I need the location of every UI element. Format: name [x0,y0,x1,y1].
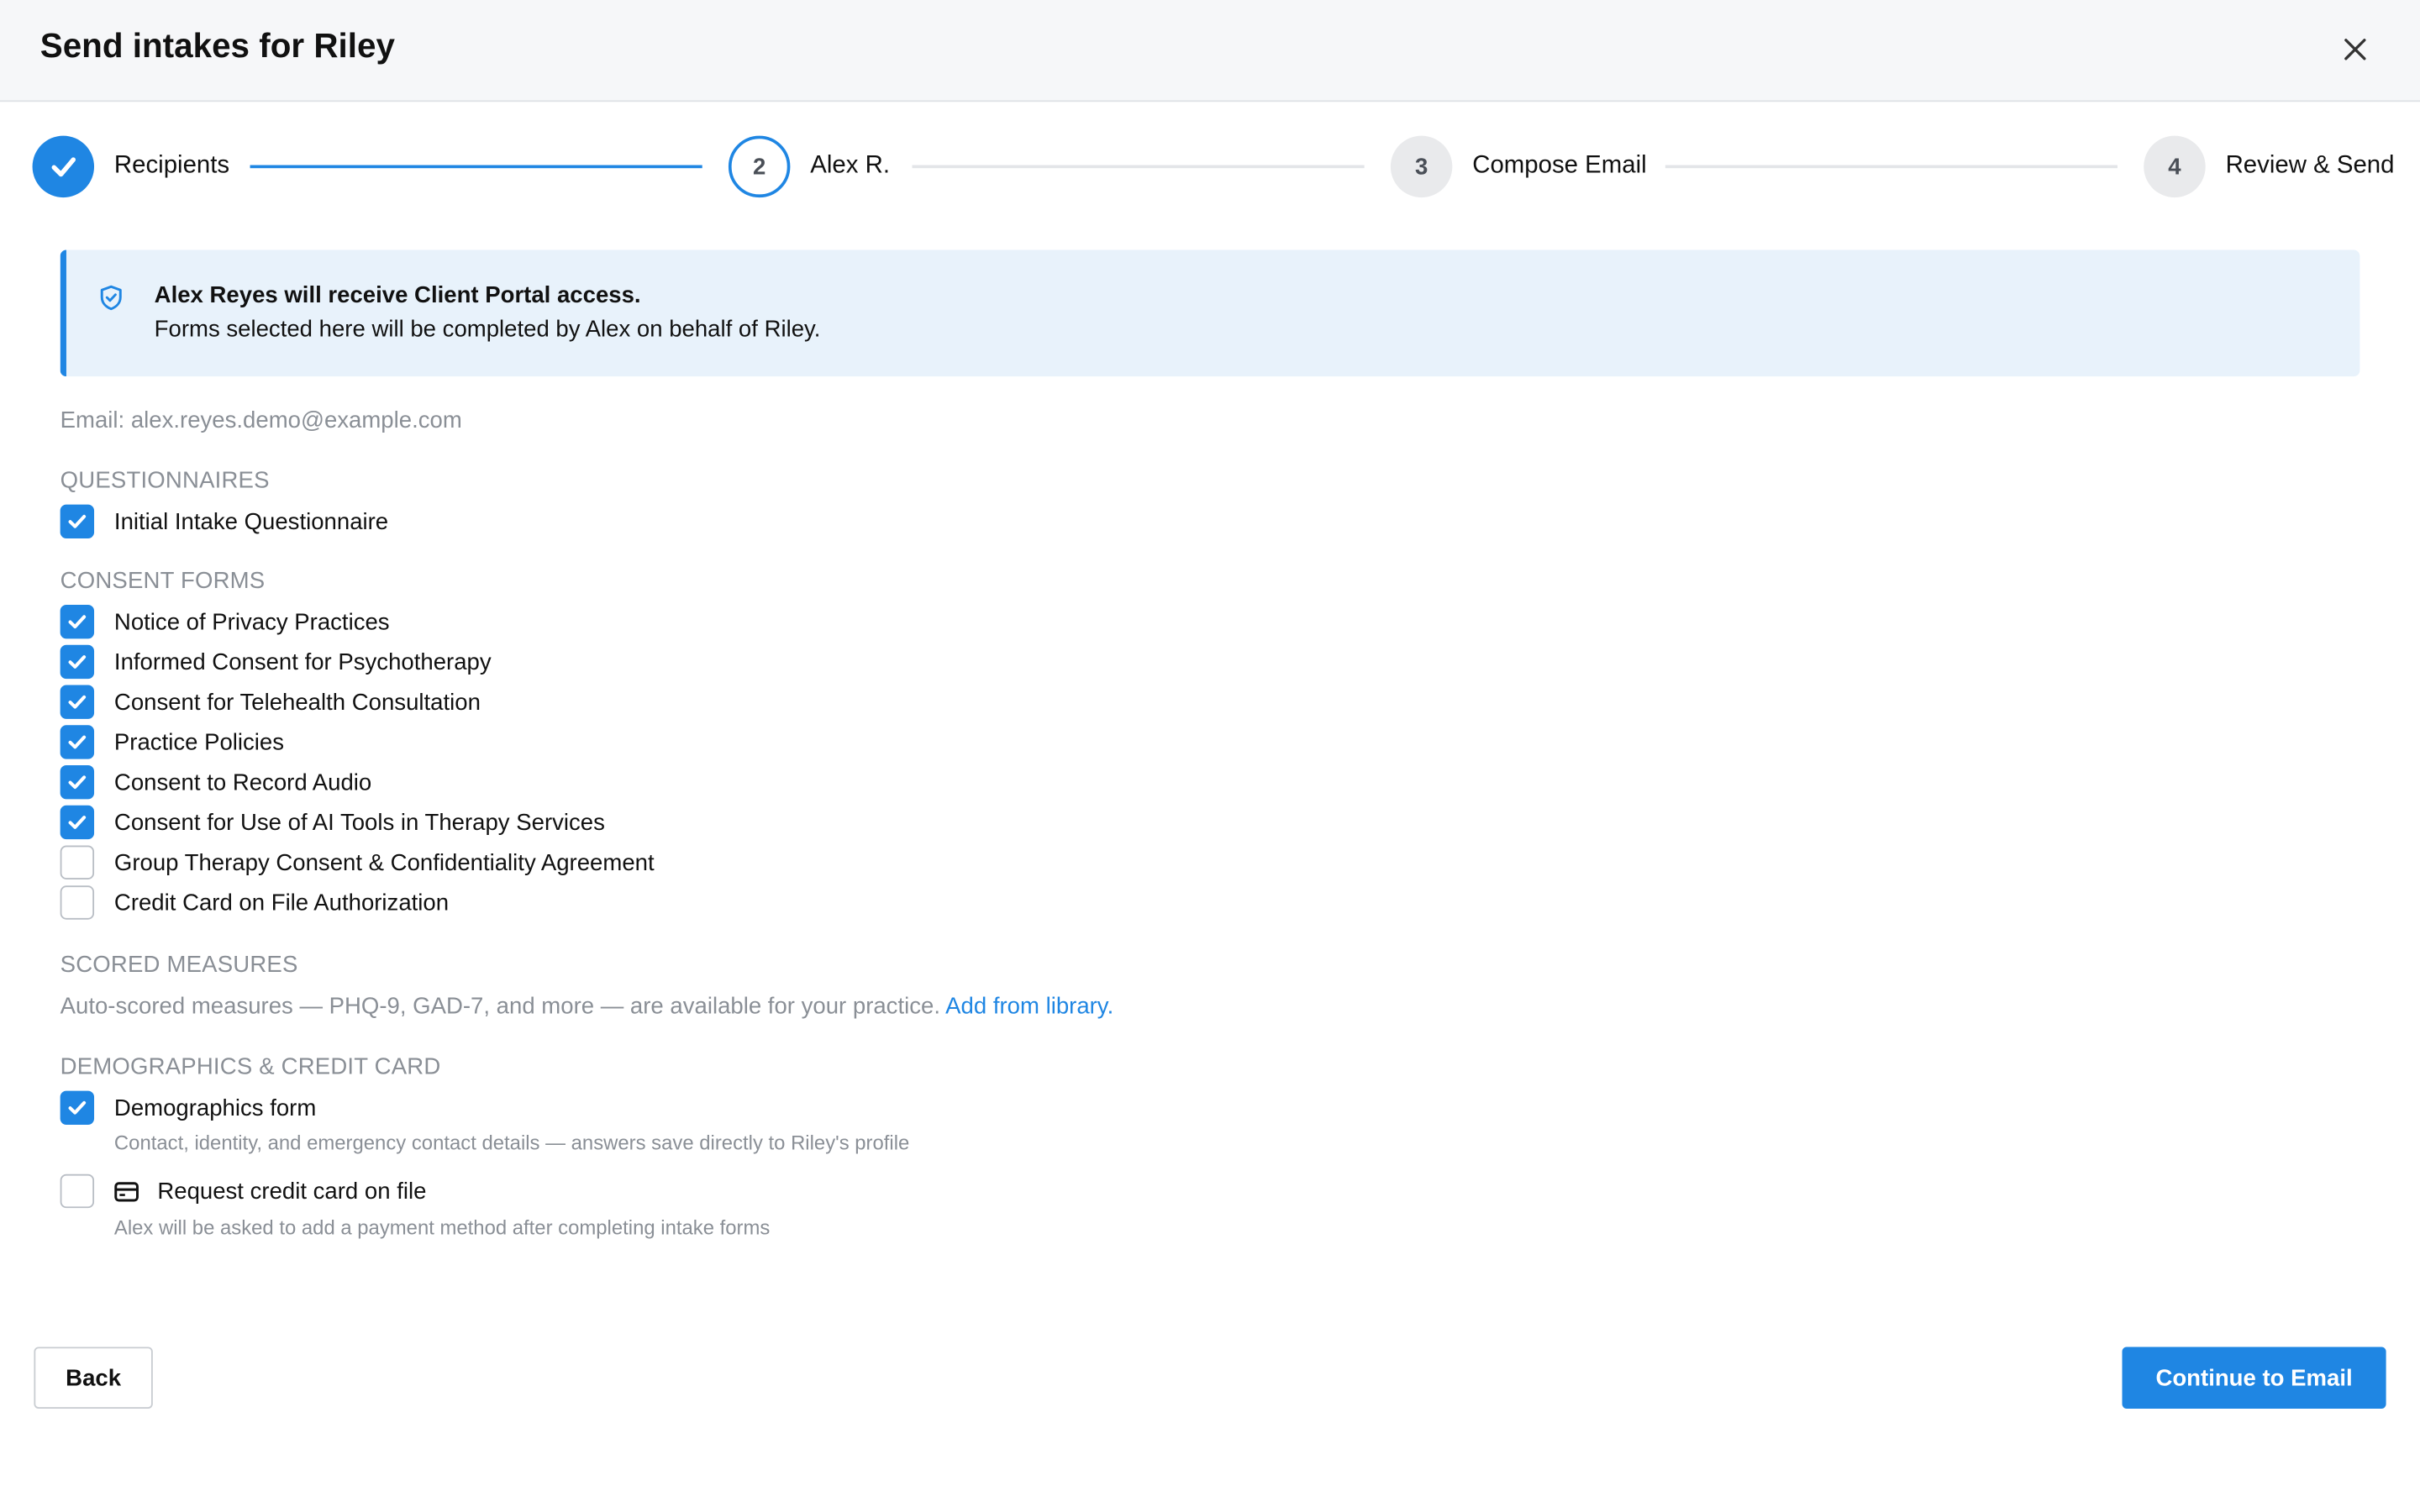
step-connector-1 [250,165,702,169]
demographics-form-item[interactable]: Demographics form [60,1090,317,1125]
checkbox-label: Consent for Use of AI Tools in Therapy S… [113,809,605,836]
checkbox-label: Consent for Telehealth Consultation [113,689,481,716]
demographics-form-description: Contact, identity, and emergency contact… [113,1131,910,1154]
checkbox-unchecked[interactable] [60,1173,95,1209]
checkbox-label: Credit Card on File Authorization [113,889,450,916]
shield-icon [100,285,122,311]
step-connector-3 [1665,165,2118,169]
checkmark-icon [68,655,87,669]
consent-item-psychotherapy[interactable]: Informed Consent for Psychotherapy [60,644,492,680]
checkmark-icon [68,514,87,528]
checkbox-checked[interactable] [60,725,95,759]
consent-item-group-therapy[interactable]: Group Therapy Consent & Confidentiality … [60,845,655,879]
step-connector-2 [912,165,1365,169]
back-button[interactable]: Back [34,1347,153,1409]
questionnaire-item[interactable]: Initial Intake Questionnaire [60,504,389,539]
checkbox-label: Group Therapy Consent & Confidentiality … [113,849,655,876]
section-title-questionnaires: QUESTIONNAIRES [60,467,270,494]
scored-measures-text: Auto-scored measures — PHQ-9, GAD-7, and… [60,993,941,1021]
link-period: . [1107,993,1114,1021]
checkmark-icon [51,157,76,177]
dialog-header: Send intakes for Riley [0,0,2420,102]
recipient-email: Email: alex.reyes.demo@example.com [60,407,462,434]
portal-access-banner: Alex Reyes will receive Client Portal ac… [60,249,2360,377]
checkbox-unchecked[interactable] [60,885,95,920]
checkbox-checked[interactable] [60,805,95,840]
checkmark-icon [68,695,87,709]
checkbox-checked[interactable] [60,644,95,680]
add-from-library-link[interactable]: Add from library [945,994,1107,1020]
close-button[interactable] [2333,28,2376,71]
checkbox-unchecked[interactable] [60,845,95,879]
credit-card-icon [114,1179,139,1203]
checkmark-icon [68,735,87,749]
checkbox-label: Consent to Record Audio [113,769,372,795]
checkbox-label: Practice Policies [113,728,285,756]
checkbox-checked[interactable] [60,685,95,719]
checkbox-label: Initial Intake Questionnaire [113,508,389,535]
checkbox-checked[interactable] [60,605,95,639]
section-title-consent-forms: CONSENT FORMS [60,567,266,595]
credit-card-item[interactable]: Request credit card on file [60,1173,427,1209]
consent-item-privacy[interactable]: Notice of Privacy Practices [60,605,390,639]
continue-to-email-button[interactable]: Continue to Email [2122,1347,2386,1409]
checkbox-label: Demographics form [113,1095,317,1121]
checkbox-checked[interactable] [60,504,95,539]
step-alex-label: Alex R. [810,152,891,180]
checkbox-label: Notice of Privacy Practices [113,608,390,635]
send-intakes-dialog: Send intakes for Riley Recipients 2 Alex… [0,0,2420,1512]
step-review-label: Review & Send [2225,152,2395,180]
checkbox-checked[interactable] [60,1090,95,1125]
banner-title: Alex Reyes will receive Client Portal ac… [154,282,641,309]
checkbox-label: Informed Consent for Psychotherapy [113,648,492,675]
consent-item-credit-card-authorization[interactable]: Credit Card on File Authorization [60,885,450,920]
step-compose-indicator[interactable]: 3 [1390,135,1453,198]
consent-item-telehealth[interactable]: Consent for Telehealth Consultation [60,685,481,719]
close-icon [2344,39,2366,60]
section-title-scored-measures: SCORED MEASURES [60,952,298,979]
step-recipients-label: Recipients [113,152,230,180]
checkbox-label: Request credit card on file [157,1178,427,1205]
step-recipients-indicator[interactable] [32,135,95,198]
checkbox-checked[interactable] [60,765,95,800]
scored-measures-description: Auto-scored measures — PHQ-9, GAD-7, and… [60,994,1114,1020]
section-title-demographics: DEMOGRAPHICS & CREDIT CARD [60,1053,441,1080]
credit-card-description: Alex will be asked to add a payment meth… [113,1215,771,1239]
dialog-title: Send intakes for Riley [39,26,395,66]
step-review-indicator[interactable]: 4 [2144,135,2206,198]
checkmark-icon [68,816,87,829]
step-alex-indicator[interactable]: 2 [728,135,791,198]
consent-item-record-audio[interactable]: Consent to Record Audio [60,765,372,800]
consent-item-practice-policies[interactable]: Practice Policies [60,725,284,759]
checkmark-icon [68,615,87,629]
checkmark-icon [68,1100,87,1115]
consent-item-ai-tools[interactable]: Consent for Use of AI Tools in Therapy S… [60,805,605,840]
checkmark-icon [68,775,87,790]
banner-body: Forms selected here will be completed by… [154,316,821,343]
step-compose-label: Compose Email [1472,152,1647,180]
